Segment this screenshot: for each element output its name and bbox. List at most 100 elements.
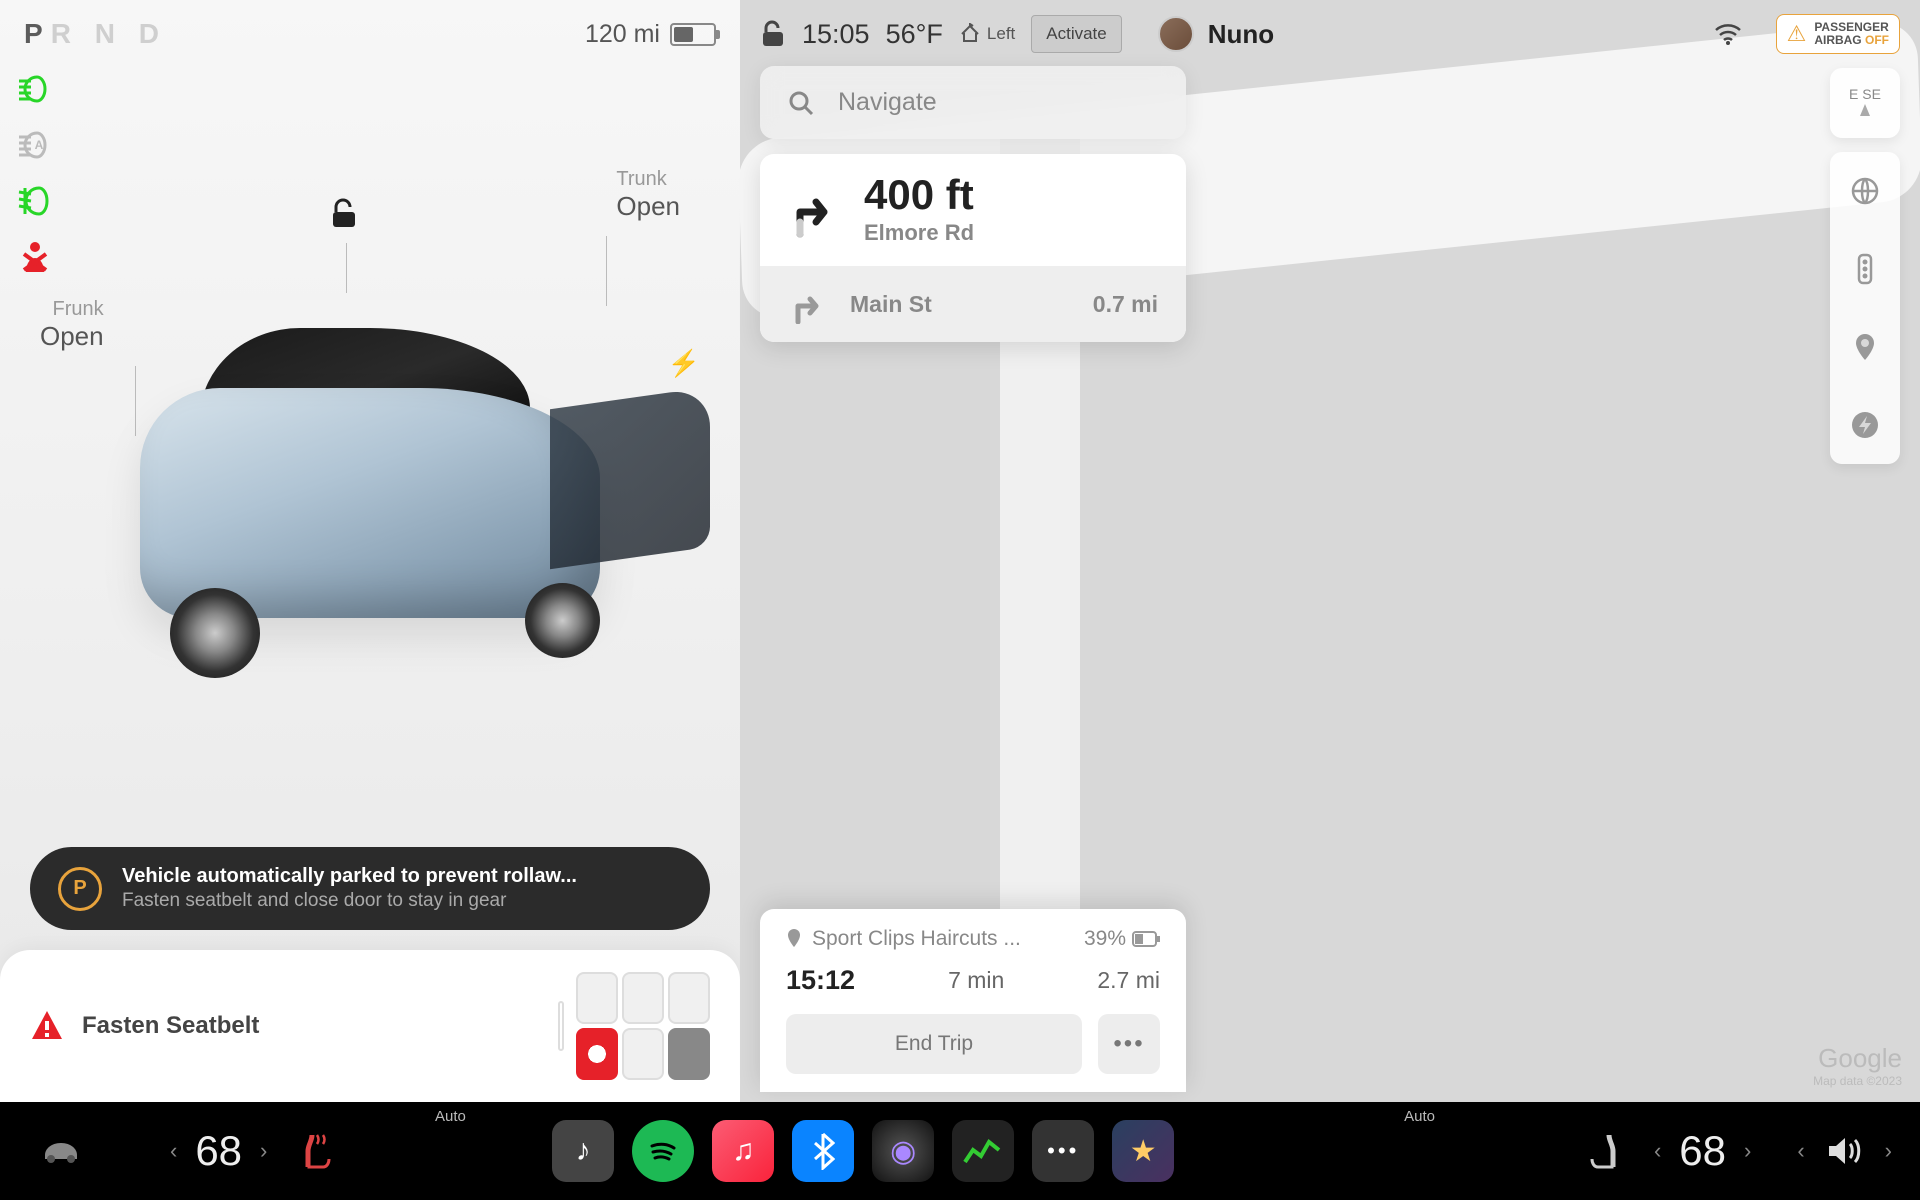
seatbelt-text: Fasten Seatbelt bbox=[82, 1012, 259, 1040]
volume-down[interactable]: ‹ bbox=[1789, 1138, 1812, 1164]
seat-fr bbox=[668, 972, 710, 1024]
direction-card[interactable]: 400 ft Elmore Rd Main St 0.7 mi bbox=[760, 154, 1186, 342]
seat-diagram bbox=[558, 972, 710, 1080]
temp-right-down[interactable]: ‹ bbox=[1646, 1138, 1669, 1164]
profile-button[interactable]: Nuno bbox=[1158, 16, 1274, 52]
battery-icon bbox=[670, 23, 716, 46]
car-visualization: Frunk Open Trunk Open ⚡ bbox=[0, 68, 740, 847]
trip-destination: Sport Clips Haircuts ... bbox=[812, 927, 1074, 951]
app-bluetooth[interactable] bbox=[792, 1120, 854, 1182]
temp-right[interactable]: 68 bbox=[1669, 1127, 1736, 1175]
range-value: 120 mi bbox=[585, 20, 660, 49]
direction-road: Elmore Rd bbox=[864, 220, 974, 246]
wifi-icon[interactable] bbox=[1714, 23, 1742, 45]
homelink-badge[interactable]: Left bbox=[959, 23, 1015, 45]
seat-fl bbox=[576, 972, 618, 1024]
trip-arrival-battery: 39% bbox=[1084, 927, 1126, 951]
trunk-title: Trunk bbox=[616, 168, 666, 191]
seat-heat-right-button[interactable] bbox=[1564, 1116, 1646, 1186]
seatbelt-card[interactable]: Fasten Seatbelt bbox=[0, 950, 740, 1102]
map-charger-button[interactable] bbox=[1830, 386, 1900, 464]
alert-bar[interactable]: P Vehicle automatically parked to preven… bbox=[30, 847, 710, 930]
airbag-line2: AIRBAG bbox=[1814, 33, 1861, 47]
turn-right-icon bbox=[788, 284, 826, 324]
profile-name: Nuno bbox=[1208, 19, 1274, 50]
search-icon bbox=[788, 90, 814, 116]
direction-primary: 400 ft Elmore Rd bbox=[760, 154, 1186, 266]
charge-port-icon[interactable]: ⚡ bbox=[668, 348, 700, 379]
battery-icon bbox=[1132, 931, 1160, 947]
warning-icon bbox=[30, 1009, 64, 1043]
map-pin-button[interactable] bbox=[1830, 308, 1900, 386]
car-controls-button[interactable] bbox=[20, 1116, 102, 1186]
gear-active: P bbox=[24, 18, 51, 49]
app-media[interactable]: ♪ bbox=[552, 1120, 614, 1182]
avatar bbox=[1158, 16, 1194, 52]
direction-road-2: Main St bbox=[850, 291, 932, 318]
gear-indicator: PR N D bbox=[24, 18, 167, 50]
volume-icon[interactable] bbox=[1813, 1136, 1877, 1166]
app-apple-music[interactable]: ♫ bbox=[712, 1120, 774, 1182]
lock-icon[interactable] bbox=[330, 198, 358, 228]
activate-button[interactable]: Activate bbox=[1031, 15, 1121, 53]
alert-main-text: Vehicle automatically parked to prevent … bbox=[122, 865, 577, 888]
lock-button[interactable] bbox=[760, 20, 786, 48]
gear-inactive: R N D bbox=[51, 18, 167, 49]
compass[interactable]: E SE bbox=[1830, 68, 1900, 138]
map-panel[interactable]: 15:05 56°F Left Activate Nuno ⚠ PASSENGE… bbox=[740, 0, 1920, 1102]
car-render bbox=[90, 268, 650, 688]
bottom-bar: Auto Auto ‹ 68 › ♪ ♫ ◉ ••• ★ ‹ 68 › ‹ bbox=[0, 1102, 1920, 1200]
search-placeholder: Navigate bbox=[838, 88, 937, 117]
map-side-tools: E SE bbox=[1830, 68, 1900, 464]
map-traffic-button[interactable] bbox=[1830, 230, 1900, 308]
map-satellite-button[interactable] bbox=[1830, 152, 1900, 230]
direction-distance-2: 0.7 mi bbox=[1093, 291, 1158, 318]
direction-distance: 400 ft bbox=[864, 174, 974, 216]
seat-heat-left-button[interactable] bbox=[275, 1116, 357, 1186]
end-trip-button[interactable]: End Trip bbox=[786, 1014, 1082, 1074]
temp-right-up[interactable]: › bbox=[1736, 1138, 1759, 1164]
nav-search[interactable]: Navigate bbox=[760, 66, 1186, 139]
seat-rl-unbuckled bbox=[576, 1028, 618, 1080]
status-row: PR N D 120 mi bbox=[0, 0, 740, 68]
trunk-state: Open bbox=[616, 191, 680, 222]
homelink-label: Left bbox=[987, 24, 1015, 44]
app-more[interactable]: ••• bbox=[1032, 1120, 1094, 1182]
airbag-icon: ⚠ bbox=[1787, 21, 1807, 47]
seat-rr bbox=[668, 1028, 710, 1080]
temp-left-up[interactable]: › bbox=[252, 1138, 275, 1164]
compass-se: SE bbox=[1862, 86, 1881, 102]
app-energy[interactable] bbox=[952, 1120, 1014, 1182]
airbag-badge: ⚠ PASSENGER AIRBAG OFF bbox=[1776, 14, 1900, 54]
pin-icon bbox=[786, 929, 802, 949]
alert-sub-text: Fasten seatbelt and close door to stay i… bbox=[122, 890, 577, 912]
app-dashcam[interactable]: ◉ bbox=[872, 1120, 934, 1182]
turn-right-icon bbox=[788, 182, 840, 238]
outside-temp: 56°F bbox=[886, 19, 943, 50]
trunk-label[interactable]: Trunk Open bbox=[616, 168, 680, 222]
trip-duration: 7 min bbox=[948, 967, 1004, 994]
temp-left-down[interactable]: ‹ bbox=[162, 1138, 185, 1164]
airbag-off: OFF bbox=[1865, 33, 1889, 47]
app-tray: ♪ ♫ ◉ ••• ★ bbox=[552, 1120, 1174, 1182]
vehicle-panel: PR N D 120 mi A Frunk Open bbox=[0, 0, 740, 1102]
map-topbar: 15:05 56°F Left Activate Nuno ⚠ PASSENGE… bbox=[740, 0, 1920, 68]
volume-up[interactable]: › bbox=[1877, 1138, 1900, 1164]
trip-card[interactable]: Sport Clips Haircuts ... 39% 15:12 7 min… bbox=[760, 909, 1186, 1092]
map-copyright: Map data ©2023 bbox=[1813, 1074, 1902, 1088]
compass-e: E bbox=[1849, 86, 1858, 102]
seat-fm bbox=[622, 972, 664, 1024]
map-attribution: Google Map data ©2023 bbox=[1813, 1043, 1902, 1088]
app-toybox[interactable]: ★ bbox=[1112, 1120, 1174, 1182]
climate-auto-left: Auto bbox=[435, 1108, 466, 1125]
map-brand: Google bbox=[1813, 1043, 1902, 1074]
trip-more-button[interactable]: ••• bbox=[1098, 1014, 1160, 1074]
trip-eta: 15:12 bbox=[786, 965, 855, 996]
seat-rm bbox=[622, 1028, 664, 1080]
trip-distance: 2.7 mi bbox=[1097, 967, 1160, 994]
climate-auto-right: Auto bbox=[1404, 1108, 1435, 1125]
temp-left[interactable]: 68 bbox=[185, 1127, 252, 1175]
park-alert-icon: P bbox=[58, 867, 102, 911]
app-spotify[interactable] bbox=[632, 1120, 694, 1182]
clock: 15:05 bbox=[802, 19, 870, 50]
